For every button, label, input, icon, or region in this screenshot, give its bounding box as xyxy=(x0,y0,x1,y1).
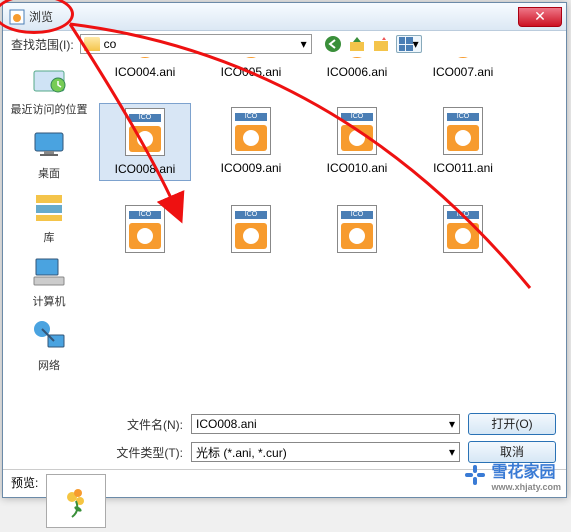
folder-select[interactable]: co ▾ xyxy=(80,34,312,54)
dialog-body: 最近访问的位置 桌面 库 计算机 网络 ICOICO004.ani I xyxy=(3,57,566,407)
file-item[interactable]: ICO xyxy=(417,201,509,257)
file-icon: ICO xyxy=(443,107,483,155)
network-icon xyxy=(30,317,68,355)
chevron-down-icon: ▾ xyxy=(413,37,419,51)
desktop-icon xyxy=(30,125,68,163)
file-name: ICO007.ani xyxy=(433,65,494,79)
file-icon: ICO xyxy=(337,205,377,253)
file-item[interactable]: ICO ICO004.ani xyxy=(99,57,191,83)
file-icon: ICO xyxy=(443,205,483,253)
file-item[interactable]: ICO xyxy=(99,201,191,257)
file-area: ICO ICO004.ani ICO ICO005.ani ICO ICO006.an… xyxy=(95,57,566,407)
titlebar: 浏览 ✕ xyxy=(3,3,566,31)
filetype-value: 光标 (*.ani, *.cur) xyxy=(196,444,445,461)
up-icon[interactable] xyxy=(348,35,366,53)
file-item[interactable]: ICO xyxy=(205,201,297,257)
filetype-label: 文件类型(T): xyxy=(113,444,183,461)
grid-icon xyxy=(399,37,413,51)
file-icon: ICO xyxy=(125,108,165,156)
chevron-down-icon: ▾ xyxy=(297,37,311,51)
preview-box xyxy=(46,474,106,528)
open-button[interactable]: 打开(O) xyxy=(468,413,556,435)
window-title: 浏览 xyxy=(29,8,518,25)
file-item[interactable]: ICO ICO006.ani xyxy=(311,57,403,83)
sidebar-item-recent[interactable]: 最近访问的位置 xyxy=(9,61,89,117)
file-name: ICO011.ani xyxy=(433,161,493,175)
filename-value: ICO008.ani xyxy=(196,417,445,431)
lookin-label: 查找范围(I): xyxy=(11,36,74,53)
file-name: ICO009.ani xyxy=(221,161,282,175)
filename-label: 文件名(N): xyxy=(113,416,183,433)
sidebar: 最近访问的位置 桌面 库 计算机 网络 xyxy=(3,57,95,407)
sidebar-item-computer[interactable]: 计算机 xyxy=(9,253,89,309)
flower-icon xyxy=(58,483,94,519)
file-item[interactable]: ICO ICO010.ani xyxy=(311,103,403,181)
toolbar: 查找范围(I): co ▾ ▾ xyxy=(3,31,566,57)
filename-input[interactable]: ICO008.ani▾ xyxy=(191,414,460,434)
sidebar-item-label: 最近访问的位置 xyxy=(11,101,88,117)
view-mode-button[interactable]: ▾ xyxy=(396,35,422,53)
file-item[interactable]: ICO ICO005.ani xyxy=(205,57,297,83)
file-icon: ICO xyxy=(231,205,271,253)
file-name: ICO006.ani xyxy=(327,65,388,79)
computer-icon xyxy=(30,253,68,291)
file-icon: ICO xyxy=(231,57,271,59)
sidebar-item-label: 桌面 xyxy=(38,165,60,181)
nav-icons: ▾ xyxy=(324,35,422,53)
file-name: ICO005.ani xyxy=(221,65,282,79)
file-item[interactable]: ICO xyxy=(311,201,403,257)
file-icon: ICO xyxy=(125,205,165,253)
sidebar-item-label: 网络 xyxy=(38,357,60,373)
file-name: ICO004.ani xyxy=(115,65,176,79)
file-item[interactable]: ICO ICO011.ani xyxy=(417,103,509,181)
folder-icon xyxy=(84,37,100,51)
file-item[interactable]: ICO ICO007.ani xyxy=(417,57,509,83)
folder-name: co xyxy=(100,37,297,51)
sidebar-item-desktop[interactable]: 桌面 xyxy=(9,125,89,181)
preview-label: 预览: xyxy=(11,474,38,491)
chevron-down-icon: ▾ xyxy=(445,417,459,431)
preview-panel: 预览: xyxy=(3,469,566,532)
browse-dialog: 浏览 ✕ 查找范围(I): co ▾ ▾ 最近访问的位置 xyxy=(2,2,567,498)
chevron-down-icon: ▾ xyxy=(445,445,459,459)
new-folder-icon[interactable] xyxy=(372,35,390,53)
file-list: ICO ICO004.ani ICO ICO005.ani ICO ICO006.an… xyxy=(99,63,562,257)
recent-icon xyxy=(30,61,68,99)
sidebar-item-network[interactable]: 网络 xyxy=(9,317,89,373)
file-icon: ICO xyxy=(337,57,377,59)
file-icon: ICO xyxy=(337,107,377,155)
cancel-button[interactable]: 取消 xyxy=(468,441,556,463)
file-item[interactable]: ICO ICO009.ani xyxy=(205,103,297,181)
file-item[interactable]: ICO ICO008.ani xyxy=(99,103,191,181)
sidebar-item-libraries[interactable]: 库 xyxy=(9,189,89,245)
file-icon: ICO xyxy=(125,57,165,59)
bottom-panel: 文件名(N): ICO008.ani▾ 打开(O) 文件类型(T): 光标 (*… xyxy=(3,407,566,469)
app-icon xyxy=(9,9,25,25)
filetype-select[interactable]: 光标 (*.ani, *.cur)▾ xyxy=(191,442,460,462)
sidebar-item-label: 计算机 xyxy=(33,293,66,309)
file-icon: ICO xyxy=(443,57,483,59)
file-name: ICO010.ani xyxy=(327,161,388,175)
libraries-icon xyxy=(30,189,68,227)
file-icon: ICO xyxy=(231,107,271,155)
sidebar-item-label: 库 xyxy=(44,229,55,245)
file-name: ICO008.ani xyxy=(115,162,176,176)
back-icon[interactable] xyxy=(324,35,342,53)
close-button[interactable]: ✕ xyxy=(518,7,562,27)
